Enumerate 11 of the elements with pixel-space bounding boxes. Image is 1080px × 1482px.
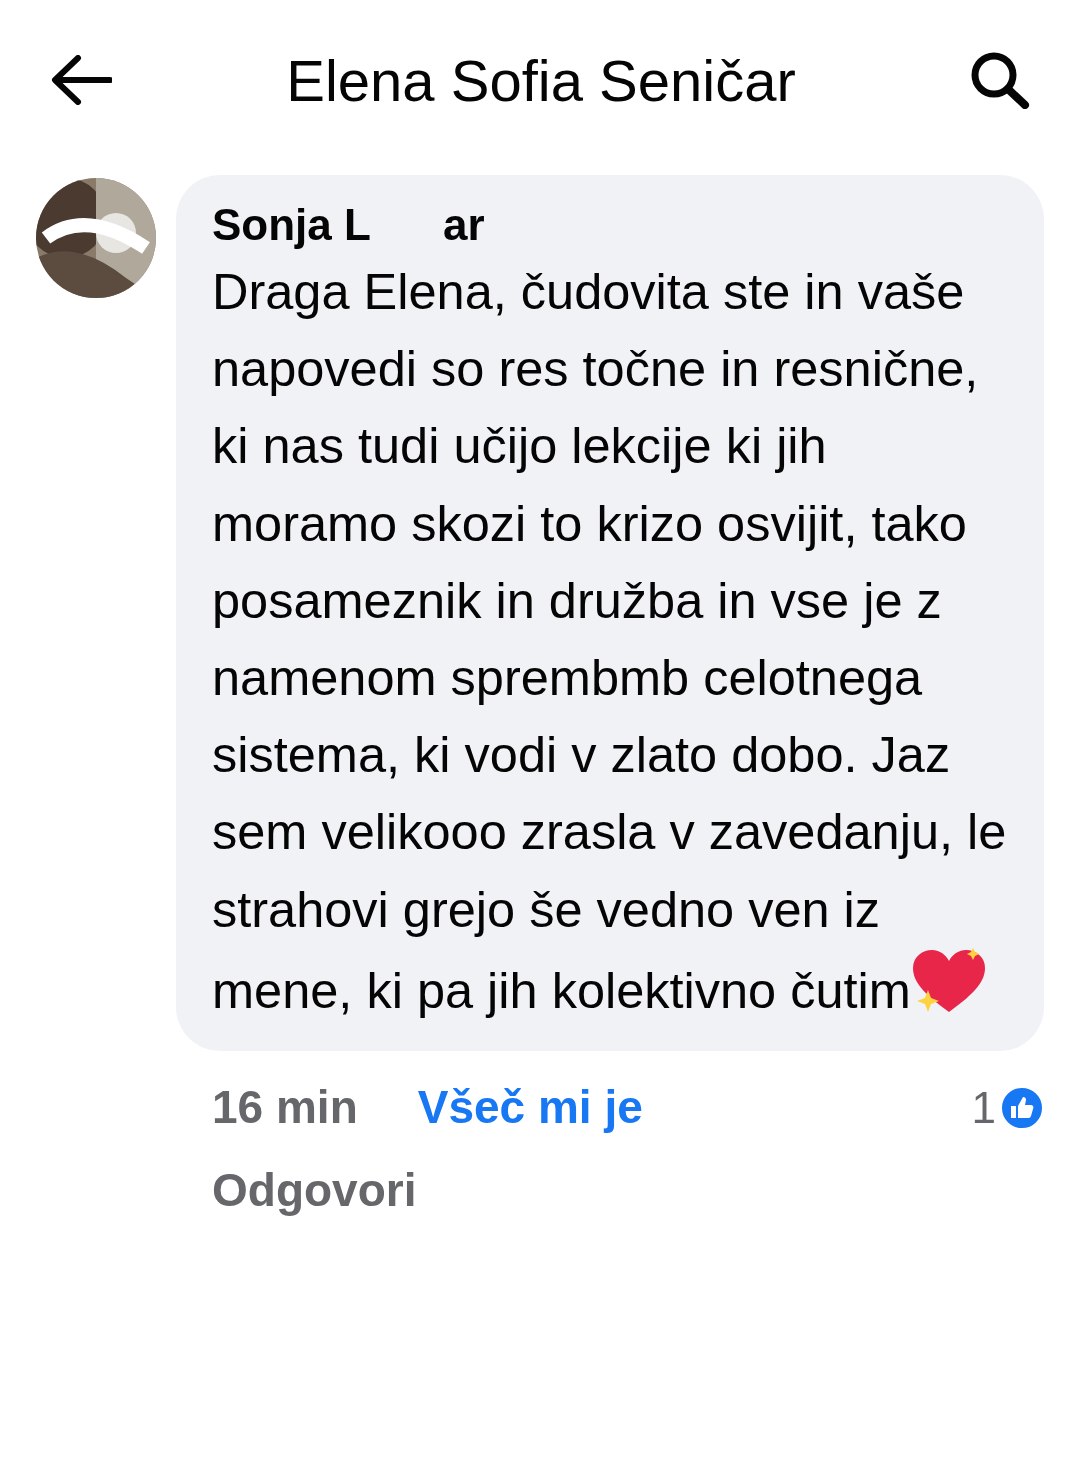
comment-text: Draga Elena, čudovita ste in vaše napovedi so res točne in resnične, ki nas tudi učijo lekcije ki jih moramo skozi to krizo osvijit, tako posameznik in družba in vse je z namenom sprembmb celotnega sistema, ki vodi v zlato dobo. Jaz sem velikooo zrasla v zavedanju, le strahovi grejo še vedno ven iz mene, ki pa jih kolektivno čutim [212,262,1008,1021]
reply-link[interactable]: Odgovori [212,1164,417,1217]
comment-time: 16 min [212,1080,358,1136]
author-name[interactable]: ar [442,197,485,253]
reaction-count: 1 [971,1081,996,1134]
like-link[interactable]: Všeč mi je [417,1073,643,1143]
page-title: Elena Sofia Seničar [286,46,796,115]
back-arrow-icon[interactable] [50,55,112,105]
thumbs-up-icon [1000,1085,1044,1130]
search-icon[interactable] [970,51,1030,109]
author-name[interactable]: Sonja L [212,197,371,253]
